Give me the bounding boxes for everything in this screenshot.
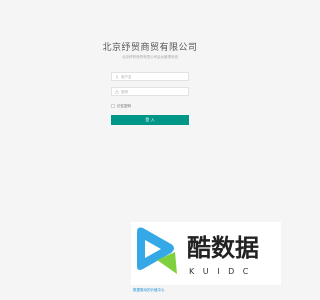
username-field[interactable] [111,72,189,81]
username-input[interactable] [119,73,181,80]
page-subtitle: 北京纾贸商贸有限公司后台管理系统 [122,55,178,59]
remember-password[interactable]: 记住密码 [111,103,131,109]
play-logo-icon [137,227,177,274]
page-title: 北京纾贸商贸有限公司 [102,43,198,53]
logo-text: 酷数据 [187,234,259,262]
kuidc-logo: 酷数据 K U I D C [131,222,281,285]
login-button[interactable]: 登 入 [111,115,189,125]
password-input[interactable] [119,88,181,95]
remember-label: 记住密码 [117,103,131,108]
logo-letters: K U I D C [189,267,251,276]
login-page: 北京纾贸商贸有限公司 北京纾贸商贸有限公司后台管理系统 记住密码 登 入 酷数据… [0,0,300,300]
footer-link[interactable]: 数据驱动的价值中心 [133,288,165,293]
password-field[interactable] [111,87,189,96]
remember-checkbox[interactable] [111,104,115,108]
